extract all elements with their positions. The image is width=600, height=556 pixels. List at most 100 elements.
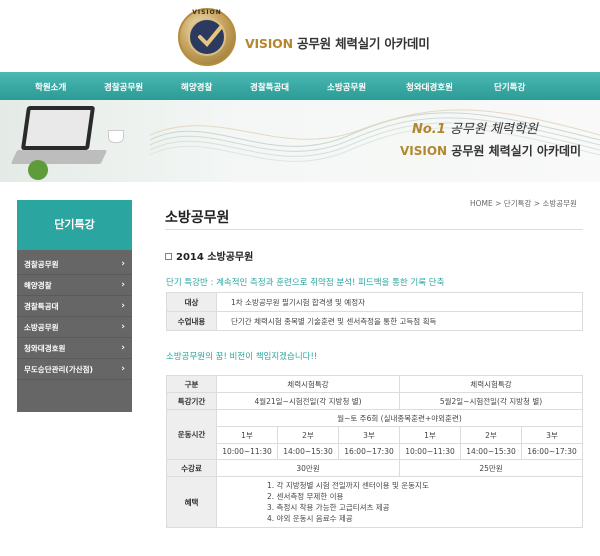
hero-brand: VISION 공무원 체력실기 아카데미 (400, 142, 581, 159)
hero-brand-accent: VISION (400, 144, 448, 158)
logo-inner (188, 18, 226, 56)
coffee-cup-icon (108, 130, 124, 143)
brand-text: 공무원 체력실기 아카데미 (297, 36, 430, 51)
sidebar-item-label: 경찰공무원 (24, 260, 59, 269)
hero-tagline: No.1 공무원 체력학원 (412, 118, 538, 137)
benefit-item: 2. 센서측정 무제한 이용 (267, 492, 344, 501)
part-cell: 2부 (277, 426, 339, 444)
period-a: 4월21일~시험전일(각 지방청 별) (216, 392, 400, 410)
breadcrumb[interactable]: HOME > 단기특강 > 소방공무원 (470, 198, 577, 209)
label-category: 구분 (166, 375, 217, 393)
hero-banner (0, 100, 600, 182)
course-info-table: 대상 1차 소방공무원 필기시험 합격생 및 예정자 수업내용 단기간 체력시험… (166, 292, 583, 331)
sidebar-item-police[interactable]: 경찰공무원 › (17, 254, 132, 275)
benefit-item: 3. 측정시 착용 가능한 고급티셔츠 제공 (267, 503, 390, 512)
benefit-item: 4. 야외 운동시 음료수 제공 (267, 514, 353, 523)
sidebar-item-bluehouse-guard[interactable]: 청와대경호원 › (17, 338, 132, 359)
label-benefit: 혜택 (166, 476, 217, 528)
nav-item-bluehouse-guard[interactable]: 청와대경호원 (406, 81, 453, 93)
nav-item-firefighter[interactable]: 소방공무원 (327, 81, 366, 93)
part-cell: 1부 (216, 426, 278, 444)
info-key: 수업내용 (166, 311, 217, 331)
hero-brand-text: 공무원 체력실기 아카데미 (451, 144, 582, 158)
benefit-list: 1. 각 지방청별 시험 전일까지 센터이용 및 운동지도 2. 센서측정 무제… (216, 476, 583, 528)
chevron-right-icon: › (121, 280, 125, 290)
nav-item-coast-guard[interactable]: 해양경찰 (181, 81, 212, 93)
schedule-table: 구분 체력시험특강 체력시험특강 특강기간 4월21일~시험전일(각 지방청 별… (166, 375, 583, 528)
training-days: 월~토 주6회 (실내종목훈련+야외훈련) (216, 409, 583, 427)
section-title-text: 2014 소방공무원 (176, 252, 254, 263)
sidebar-menu: 경찰공무원 › 해양경찰 › 경찰특공대 › 소방공무원 › 청와대경호원 › … (17, 250, 132, 412)
course-a-name: 체력시험특강 (216, 375, 400, 393)
vision-slogan: 소방공무원의 꿈! 비전이 책임지겠습니다!! (166, 352, 318, 362)
info-value: 1차 소방공무원 필기시험 합격생 및 예정자 (216, 292, 583, 312)
table-row: 대상 1차 소방공무원 필기시험 합격생 및 예정자 (166, 292, 583, 312)
chevron-right-icon: › (121, 343, 125, 353)
time-cell: 14:00~15:30 (460, 443, 522, 460)
nav-item-swat[interactable]: 경찰특공대 (250, 81, 289, 93)
logo-top-text: VISION (192, 9, 222, 16)
hero-no1: No.1 (412, 122, 446, 137)
brand-name[interactable]: VISION 공무원 체력실기 아카데미 (245, 33, 430, 52)
time-cell: 10:00~11:30 (216, 443, 278, 460)
part-cell: 3부 (338, 426, 400, 444)
checkmark-icon (198, 25, 223, 47)
hero-tagline-text: 공무원 체력학원 (449, 122, 538, 137)
sidebar-item-label: 경찰특공대 (24, 302, 59, 311)
time-cell: 14:00~15:30 (277, 443, 339, 460)
sidebar-item-coast-guard[interactable]: 해양경찰 › (17, 275, 132, 296)
sidebar-item-swat[interactable]: 경찰특공대 › (17, 296, 132, 317)
course-b-name: 체력시험특강 (399, 375, 583, 393)
sidebar-item-martial-arts[interactable]: 무도승단관리(가산점) › (17, 359, 132, 380)
info-key: 대상 (166, 292, 217, 312)
table-row: 운동시간 월~토 주6회 (실내종목훈련+야외훈련) (166, 409, 583, 460)
time-cell: 10:00~11:30 (399, 443, 461, 460)
course-intro: 단기 특강반 : 계속적인 측정과 훈련으로 취약점 분석! 피드백을 통한 기… (166, 278, 445, 288)
main-nav: 학원소개 경찰공무원 해양경찰 경찰특공대 소방공무원 청와대경호원 단기특강 (0, 72, 600, 100)
table-row: 구분 체력시험특강 체력시험특강 (166, 375, 583, 393)
sidebar-item-label: 무도승단관리(가산점) (24, 365, 93, 374)
page-title: 소방공무원 (165, 210, 230, 226)
sidebar-title: 단기특강 (17, 200, 132, 250)
nav-item-about[interactable]: 학원소개 (35, 81, 66, 93)
part-cell: 3부 (521, 426, 583, 444)
fee-b: 25만원 (399, 459, 583, 477)
fee-a: 30만원 (216, 459, 400, 477)
part-cell: 1부 (399, 426, 461, 444)
sidebar-item-label: 해양경찰 (24, 281, 52, 290)
wave-decoration (150, 109, 600, 162)
period-b: 5월2일~시험전일(각 지방청 별) (399, 392, 583, 410)
nav-item-short-course[interactable]: 단기특강 (494, 81, 525, 93)
table-row: 수강료 30만원 25만원 (166, 459, 583, 477)
info-value: 단기간 체력시험 종목별 기술훈련 및 센서측정을 통한 고득점 획득 (216, 311, 583, 331)
table-row: 혜택 1. 각 지방청별 시험 전일까지 센터이용 및 운동지도 2. 센서측정… (166, 476, 583, 528)
square-bullet-icon (165, 253, 172, 260)
benefit-item: 1. 각 지방청별 시험 전일까지 센터이용 및 운동지도 (267, 481, 429, 490)
label-time: 운동시간 (166, 409, 217, 460)
chevron-right-icon: › (121, 301, 125, 311)
sidebar-item-label: 소방공무원 (24, 323, 59, 332)
sidebar-item-label: 청와대경호원 (24, 344, 66, 353)
table-row: 수업내용 단기간 체력시험 종목별 기술훈련 및 센서측정을 통한 고득점 획득 (166, 311, 583, 331)
table-row: 10:00~11:30 14:00~15:30 16:00~17:30 10:0… (167, 443, 583, 460)
nav-item-police[interactable]: 경찰공무원 (104, 81, 143, 93)
table-row: 특강기간 4월21일~시험전일(각 지방청 별) 5월2일~시험전일(각 지방청… (166, 392, 583, 410)
site-header: VISION VISION 공무원 체력실기 아카데미 (0, 0, 600, 72)
chevron-right-icon: › (121, 364, 125, 374)
label-fee: 수강료 (166, 459, 217, 477)
time-cell: 16:00~17:30 (338, 443, 400, 460)
brand-accent: VISION (245, 36, 293, 51)
laptop-icon (20, 106, 96, 150)
plant-icon (28, 160, 48, 180)
chevron-right-icon: › (121, 259, 125, 269)
part-cell: 2부 (460, 426, 522, 444)
divider (165, 229, 583, 230)
laptop-base (10, 150, 108, 164)
chevron-right-icon: › (121, 322, 125, 332)
label-period: 특강기간 (166, 392, 217, 410)
table-row: 1부 2부 3부 1부 2부 3부 (167, 426, 583, 444)
logo-emblem[interactable]: VISION (178, 8, 236, 66)
time-cell: 16:00~17:30 (521, 443, 583, 460)
sidebar-item-firefighter[interactable]: 소방공무원 › (17, 317, 132, 338)
section-title: 2014 소방공무원 (165, 248, 253, 263)
